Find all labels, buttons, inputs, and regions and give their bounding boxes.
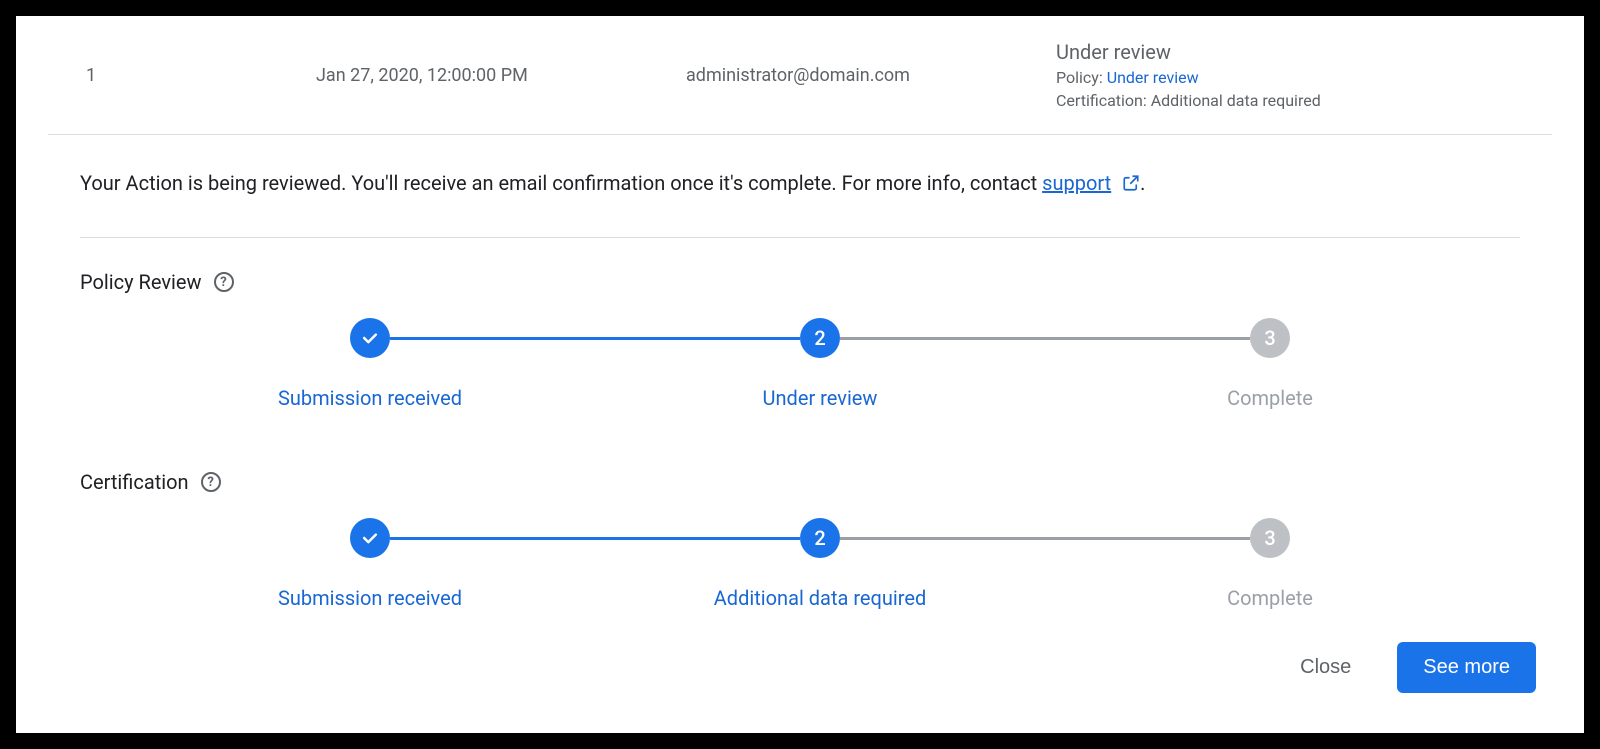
submission-row: 1 Jan 27, 2020, 12:00:00 PM administrato… — [16, 16, 1584, 134]
support-link-text: support — [1042, 171, 1111, 195]
see-more-button[interactable]: See more — [1397, 642, 1536, 693]
policy-step-2: 2 Under review — [710, 318, 930, 410]
review-message: Your Action is being reviewed. You'll re… — [80, 171, 1520, 197]
support-link[interactable]: support — [1042, 171, 1111, 195]
dialog-footer: Close See more — [1294, 642, 1536, 693]
close-button[interactable]: Close — [1294, 655, 1357, 680]
cert-line: Certification: Additional data required — [1056, 91, 1552, 110]
policy-label: Policy: — [1056, 68, 1103, 87]
row-status: Under review Policy: Under review Certif… — [1056, 40, 1552, 110]
row-index: 1 — [86, 65, 316, 86]
status-title: Under review — [1056, 40, 1552, 64]
cert-stepper: Submission received 2 Additional data re… — [260, 518, 1380, 610]
step-label: Submission received — [278, 386, 462, 410]
step-label: Complete — [1227, 386, 1313, 410]
external-link-icon — [1122, 173, 1140, 197]
cert-label: Certification: — [1056, 91, 1147, 110]
step-circle: 2 — [800, 318, 840, 358]
cert-status: Additional data required — [1151, 91, 1321, 110]
thin-divider — [80, 237, 1520, 238]
policy-line: Policy: Under review — [1056, 68, 1552, 87]
connector — [390, 337, 800, 340]
section-policy-title: Policy Review ? — [80, 270, 1520, 294]
cert-step-3: 3 Complete — [1160, 518, 1380, 610]
cert-step-2: 2 Additional data required — [710, 518, 930, 610]
step-circle-done-icon — [350, 518, 390, 558]
policy-status-link[interactable]: Under review — [1107, 68, 1199, 87]
step-label: Complete — [1227, 586, 1313, 610]
connector — [840, 337, 1250, 340]
row-email: administrator@domain.com — [686, 65, 1056, 86]
review-panel: 1 Jan 27, 2020, 12:00:00 PM administrato… — [16, 16, 1584, 733]
msg-after: . — [1140, 171, 1145, 195]
cert-step-1: Submission received — [260, 518, 480, 610]
msg-before: Your Action is being reviewed. You'll re… — [80, 171, 1042, 195]
policy-title-text: Policy Review — [80, 270, 202, 294]
step-circle-done-icon — [350, 318, 390, 358]
policy-stepper: Submission received 2 Under review 3 Com… — [260, 318, 1380, 410]
connector — [840, 537, 1250, 540]
step-circle: 3 — [1250, 318, 1290, 358]
step-circle: 3 — [1250, 518, 1290, 558]
cert-title-text: Certification — [80, 470, 189, 494]
policy-step-3: 3 Complete — [1160, 318, 1380, 410]
connector — [390, 537, 800, 540]
policy-step-1: Submission received — [260, 318, 480, 410]
row-date: Jan 27, 2020, 12:00:00 PM — [316, 65, 686, 86]
step-label: Submission received — [278, 586, 462, 610]
step-label: Additional data required — [714, 586, 927, 610]
help-icon[interactable]: ? — [201, 472, 221, 492]
step-label: Under review — [763, 386, 878, 410]
section-cert-title: Certification ? — [80, 470, 1520, 494]
help-icon[interactable]: ? — [214, 272, 234, 292]
panel-body: Your Action is being reviewed. You'll re… — [16, 135, 1584, 610]
step-circle: 2 — [800, 518, 840, 558]
